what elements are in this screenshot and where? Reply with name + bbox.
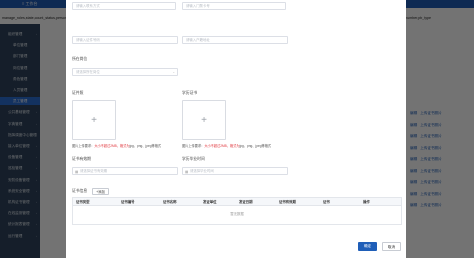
hint-prefix: 图片上传要求： xyxy=(72,144,95,148)
hint-red: 大小不超过2MB，格式为 xyxy=(94,144,130,148)
photo-label: 证件照 xyxy=(72,91,84,95)
th-cert-name: 证书名称 xyxy=(163,200,177,204)
post-select-placeholder: 请选择所在岗位 xyxy=(76,70,100,74)
address-input[interactable]: 请输入户籍地址 xyxy=(182,36,288,44)
post-label: 所在岗位 xyxy=(72,57,88,61)
diploma-label: 学历证书 xyxy=(182,91,198,95)
photo-upload[interactable]: + xyxy=(72,100,116,140)
hint-suffix: jpg、png、jpeg等格式 xyxy=(239,144,272,148)
calendar-icon: ▦ xyxy=(75,170,79,174)
graduation-date-placeholder: 请选择毕业时间 xyxy=(190,169,214,173)
diploma-upload[interactable]: + xyxy=(182,100,226,140)
calendar-icon: ▦ xyxy=(185,170,189,174)
confirm-button[interactable]: 确定 xyxy=(358,242,377,251)
th-cert-number: 证书编号 xyxy=(121,200,135,204)
th-certificate: 证书 xyxy=(323,200,330,204)
phone-input[interactable]: 请输入联系方式 xyxy=(72,2,176,10)
th-valid-period: 证书有效期 xyxy=(279,200,296,204)
cert-date-label: 证书有效期 xyxy=(72,157,91,161)
hint-prefix: 图片上传要求： xyxy=(182,144,205,148)
chevron-down-icon: ⌄ xyxy=(172,70,175,74)
id-number-input[interactable]: 请输入证件号码 xyxy=(72,36,178,44)
cancel-button[interactable]: 取消 xyxy=(382,242,401,251)
hint-suffix: jpg、png、jpeg等格式 xyxy=(129,144,162,148)
table-empty-text: 暂无数据 xyxy=(230,212,244,216)
cert-date-placeholder: 请选择证书有效期 xyxy=(80,169,108,173)
diploma-upload-hint: 图片上传要求：大小不超过2MB，格式为jpg、png、jpeg等格式 xyxy=(182,143,271,148)
post-select[interactable]: 请选择所在岗位 ⌄ xyxy=(72,68,178,76)
cert-info-label: 证书信息 xyxy=(72,189,88,193)
table-header: 证书类型 证书编号 证书名称 发证单位 发证日期 证书有效期 证书 操作 xyxy=(73,198,401,206)
photo-upload-hint: 图片上传要求：大小不超过2MB，格式为jpg、png、jpeg等格式 xyxy=(72,143,161,148)
th-issuer: 发证单位 xyxy=(203,200,217,204)
plus-icon: + xyxy=(91,115,97,126)
add-cert-button[interactable]: +添加 xyxy=(92,188,109,195)
th-cert-type: 证书类型 xyxy=(76,200,90,204)
hint-red: 大小不超过2MB，格式为 xyxy=(204,144,240,148)
th-issue-date: 发证日期 xyxy=(239,200,253,204)
plus-icon: + xyxy=(201,115,207,126)
graduation-date-picker[interactable]: ▦ 请选择毕业时间 xyxy=(182,167,288,175)
graduation-date-label: 学历毕业时间 xyxy=(182,157,205,161)
cert-date-picker[interactable]: ▦ 请选择证书有效期 xyxy=(72,167,178,175)
access-card-input[interactable]: 请输入门禁卡号 xyxy=(182,2,286,10)
certificate-table: 证书类型 证书编号 证书名称 发证单位 发证日期 证书有效期 证书 操作 暂无数… xyxy=(72,197,402,225)
th-actions: 操作 xyxy=(363,200,370,204)
